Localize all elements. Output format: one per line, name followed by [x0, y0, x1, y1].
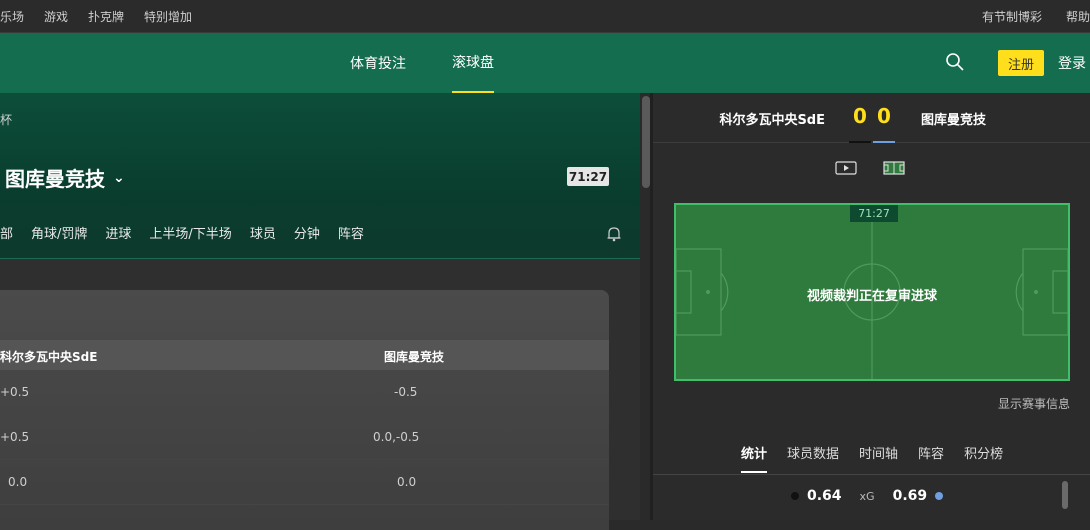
match-clock: 71:27	[567, 167, 609, 186]
var-review-message: 视频裁判正在复审进球	[806, 289, 937, 304]
search-icon[interactable]	[945, 52, 965, 72]
tab-standings[interactable]: 积分榜	[964, 443, 1003, 473]
event-panel: 杯 图库曼竞技 ⌄ 71:27 部 角球/罚牌 进球 上半场/下半场 球员 分钟…	[0, 93, 640, 530]
market-row: +0.5 -0.5	[0, 370, 609, 415]
league-name[interactable]: 杯	[0, 111, 12, 128]
tab-timeline[interactable]: 时间轴	[859, 443, 898, 473]
away-team-name: 图库曼竞技	[921, 113, 987, 128]
chevron-down-icon: ⌄	[113, 169, 125, 186]
tab-minutes[interactable]: 分钟	[294, 223, 320, 243]
tab-lineups[interactable]: 阵容	[338, 223, 364, 243]
tab-stats[interactable]: 统计	[741, 443, 768, 473]
login-button[interactable]: 登录	[1058, 53, 1086, 73]
register-button[interactable]: 注册	[998, 50, 1044, 76]
market-header: 科尔多瓦中央SdE 图库曼竞技	[0, 340, 609, 370]
pitch-icon[interactable]	[883, 160, 905, 179]
show-event-info-link[interactable]: 显示赛事信息	[998, 395, 1070, 412]
tab-halves[interactable]: 上半场/下半场	[149, 223, 231, 243]
match-tracker-pitch: 71:27 视频裁判正在复审进球	[674, 203, 1070, 381]
away-team-dot	[935, 492, 944, 500]
away-column-header: 图库曼竞技	[384, 350, 445, 364]
xg-stat: 0.64 xG 0.69	[791, 488, 944, 504]
score-row: 科尔多瓦中央SdE 0 0 图库曼竞技	[653, 93, 1090, 143]
topbar-link-casino[interactable]: 乐场	[0, 8, 24, 25]
topbar-link-poker[interactable]: 扑克牌	[88, 8, 124, 25]
topbar-link-responsible[interactable]: 有节制博彩	[982, 8, 1042, 25]
topbar-link-games[interactable]: 游戏	[44, 8, 68, 25]
video-icon[interactable]	[835, 160, 857, 179]
xg-label: xG	[859, 489, 875, 503]
event-header: 杯 图库曼竞技 ⌄ 71:27 部 角球/罚牌 进球 上半场/下半场 球员 分钟…	[0, 93, 640, 259]
market-row: +0.5 0.0,-0.5	[0, 415, 609, 460]
xg-away-value: 0.69	[892, 488, 928, 504]
odds-button-home[interactable]: 0.0	[8, 475, 27, 489]
pitch-clock: 71:27	[850, 205, 898, 222]
odds-button-home[interactable]: +0.5	[0, 385, 29, 399]
scoreboard-panel: 科尔多瓦中央SdE 0 0 图库曼竞技 71:27 视频裁判正在复审进球 显示赛…	[653, 93, 1090, 520]
event-team-name: 图库曼竞技	[5, 167, 105, 191]
main-nav: 体育投注 滚球盘 注册 登录	[0, 33, 1090, 93]
odds-button-home[interactable]: +0.5	[0, 430, 29, 444]
market-tabs: 部 角球/罚牌 进球 上半场/下半场 球员 分钟 阵容	[0, 223, 382, 243]
right-scrollbar[interactable]	[1062, 481, 1068, 509]
tabs-divider	[653, 474, 1090, 475]
view-toggle	[835, 160, 905, 179]
topbar-link-help[interactable]: 帮助	[1066, 8, 1090, 25]
tab-player-data[interactable]: 球员数据	[787, 443, 839, 473]
tab-all[interactable]: 部	[0, 223, 13, 243]
odds-button-away[interactable]: 0.0,-0.5	[373, 430, 419, 444]
home-score: 0	[849, 104, 871, 143]
tab-sports-betting[interactable]: 体育投注	[350, 33, 406, 93]
topbar-link-extra[interactable]: 特别增加	[144, 8, 192, 25]
home-column-header: 科尔多瓦中央SdE	[0, 350, 98, 364]
top-utility-bar: 乐场 游戏 扑克牌 特别增加 有节制博彩 帮助	[0, 0, 1090, 33]
away-score: 0	[873, 104, 895, 143]
home-team-dot	[791, 492, 799, 500]
home-team-name: 科尔多瓦中央SdE	[719, 113, 825, 128]
odds-button-away[interactable]: 0.0	[397, 475, 416, 489]
left-scrollbar[interactable]	[642, 96, 650, 188]
tab-in-play[interactable]: 滚球盘	[452, 33, 494, 93]
odds-button-away[interactable]: -0.5	[394, 385, 417, 399]
tab-goals[interactable]: 进球	[105, 223, 131, 243]
bell-icon[interactable]	[607, 226, 621, 242]
tab-lineup[interactable]: 阵容	[918, 443, 944, 473]
tab-players[interactable]: 球员	[250, 223, 276, 243]
tab-corners-cards[interactable]: 角球/罚牌	[31, 223, 87, 243]
xg-home-value: 0.64	[807, 488, 842, 504]
event-selector[interactable]: 图库曼竞技 ⌄	[5, 163, 125, 192]
stats-tabs: 统计 球员数据 时间轴 阵容 积分榜	[741, 443, 1023, 473]
market-row: 0.0 0.0	[0, 460, 609, 505]
handicap-market: 科尔多瓦中央SdE 图库曼竞技 +0.5 -0.5 +0.5 0.0,-0.5 …	[0, 290, 609, 530]
